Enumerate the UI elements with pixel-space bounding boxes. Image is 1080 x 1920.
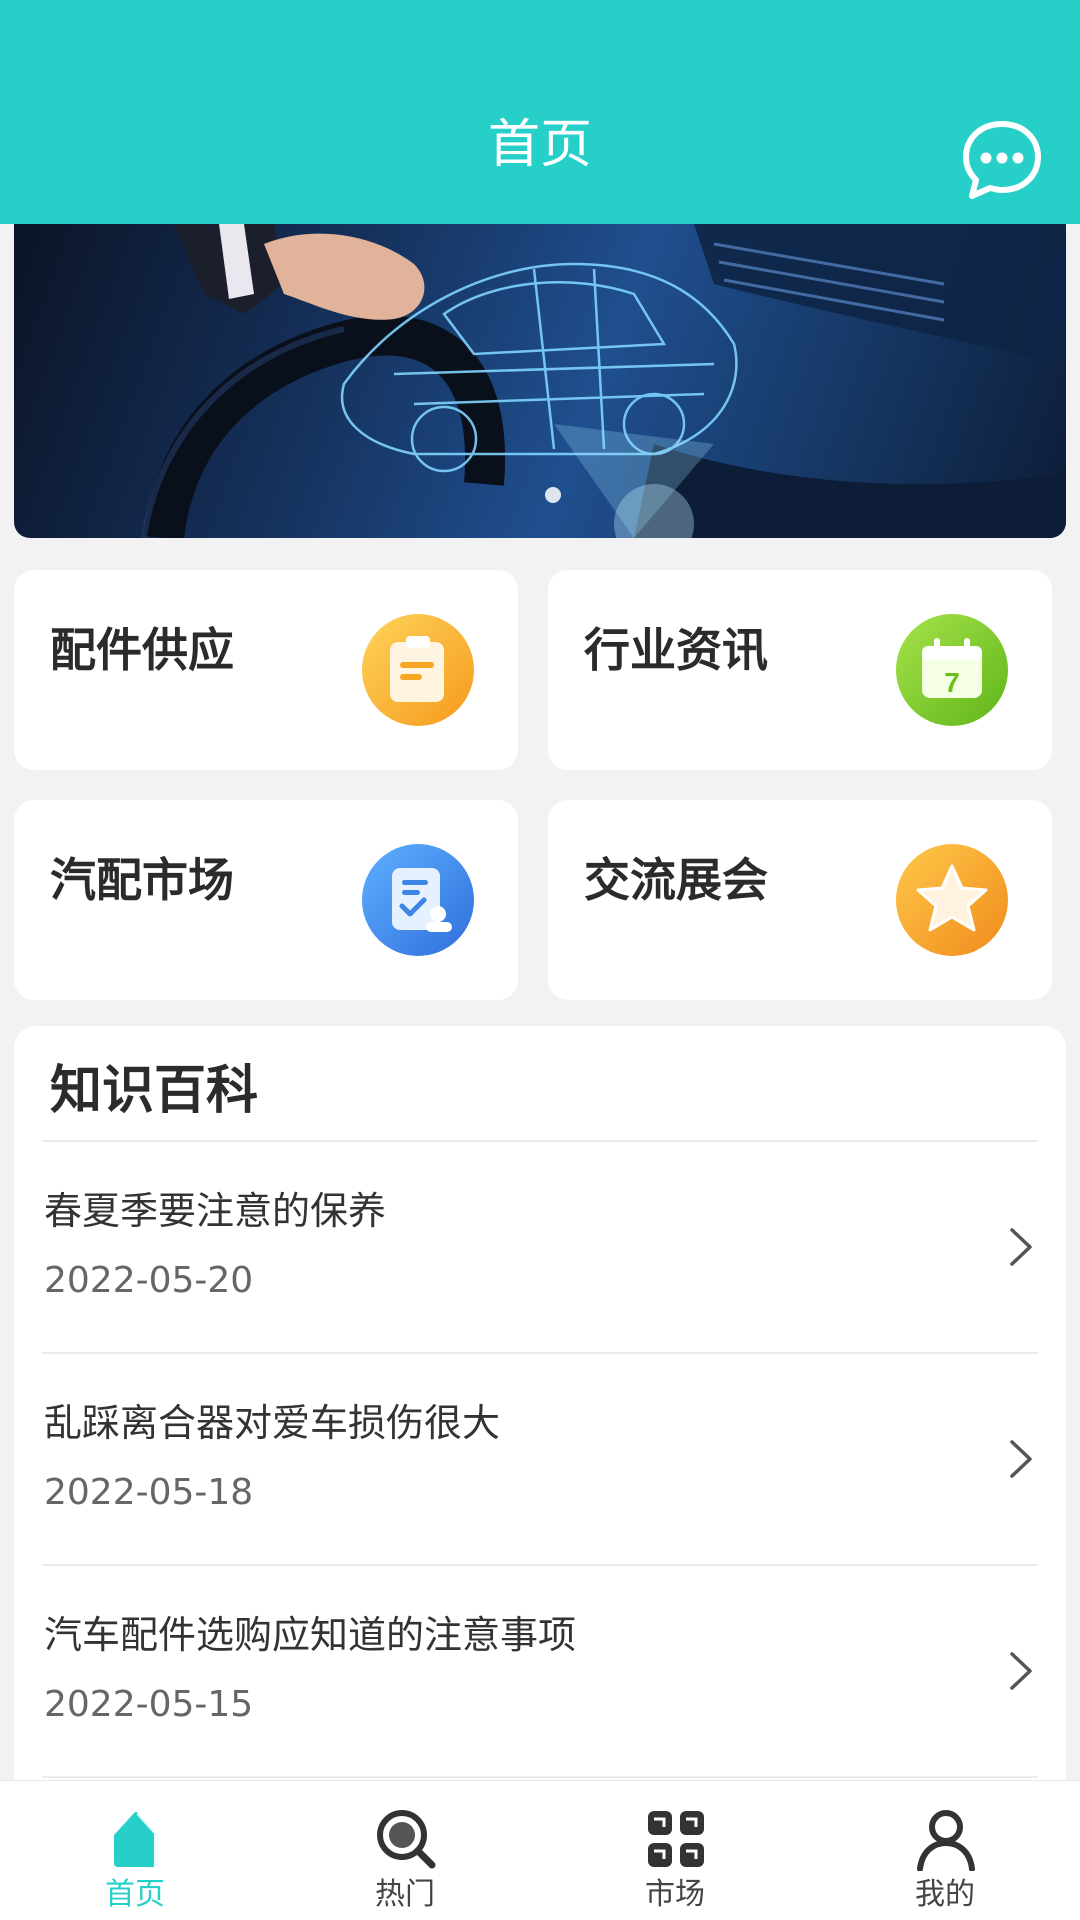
category-card-exhibition[interactable]: 交流展会 (548, 800, 1052, 1000)
svg-text:7: 7 (944, 667, 960, 698)
banner-image (141, 224, 1066, 538)
tab-label: 我的 (915, 1877, 975, 1912)
list-item[interactable]: 乱踩离合器对爱车损伤很大 2022-05-18 (14, 1354, 1066, 1564)
tab-home[interactable]: 首页 (0, 1781, 270, 1920)
clipboard-icon (362, 614, 474, 726)
article-title: 乱踩离合器对爱车损伤很大 (44, 1401, 501, 1445)
category-label: 交流展会 (584, 853, 768, 907)
banner-carousel[interactable] (14, 224, 1066, 538)
chat-bubble-icon[interactable] (954, 112, 1050, 208)
article-date: 2022-05-15 (44, 1684, 254, 1725)
chevron-right-icon (1010, 1440, 1032, 1478)
article-date: 2022-05-18 (44, 1472, 254, 1513)
list-item[interactable]: 汽车配件选购应知道的注意事项 2022-05-15 (14, 1566, 1066, 1776)
category-card-industry-news[interactable]: 行业资讯 7 (548, 570, 1052, 770)
chevron-right-icon (1010, 1228, 1032, 1266)
article-title: 春夏季要注意的保养 (44, 1189, 387, 1233)
home-icon (114, 1811, 158, 1867)
article-title: 汽车配件选购应知道的注意事项 (44, 1613, 577, 1657)
tab-label: 首页 (105, 1877, 165, 1912)
divider (42, 1776, 1038, 1778)
category-label: 配件供应 (50, 623, 234, 677)
section-title: 知识百科 (50, 1061, 259, 1121)
article-date: 2022-05-20 (44, 1260, 254, 1301)
category-label: 行业资讯 (584, 623, 768, 677)
page-title: 首页 (487, 115, 592, 175)
tab-mine[interactable]: 我的 (810, 1781, 1080, 1920)
calendar-7-icon: 7 (896, 614, 1008, 726)
search-icon (377, 1810, 436, 1869)
bottom-tab-bar: 首页 热门 市场 我的 (0, 1780, 1080, 1920)
tab-hot[interactable]: 热门 (270, 1781, 540, 1920)
knowledge-section: 知识百科 春夏季要注意的保养 2022-05-20 乱踩离合器对爱车损伤很大 2… (14, 1026, 1066, 1786)
tab-label: 热门 (375, 1877, 435, 1912)
tab-market[interactable]: 市场 (540, 1781, 810, 1920)
category-card-parts-supply[interactable]: 配件供应 (14, 570, 518, 770)
tab-label: 市场 (645, 1877, 705, 1912)
category-label: 汽配市场 (50, 853, 234, 907)
carousel-dot[interactable] (545, 487, 561, 503)
star-icon (896, 844, 1008, 956)
list-item[interactable]: 春夏季要注意的保养 2022-05-20 (14, 1142, 1066, 1352)
chevron-right-icon (1010, 1652, 1032, 1690)
top-header: 首页 (0, 0, 1080, 224)
document-check-icon (362, 844, 474, 956)
grid-icon (648, 1811, 704, 1867)
category-card-parts-market[interactable]: 汽配市场 (14, 800, 518, 1000)
user-icon (917, 1810, 975, 1871)
